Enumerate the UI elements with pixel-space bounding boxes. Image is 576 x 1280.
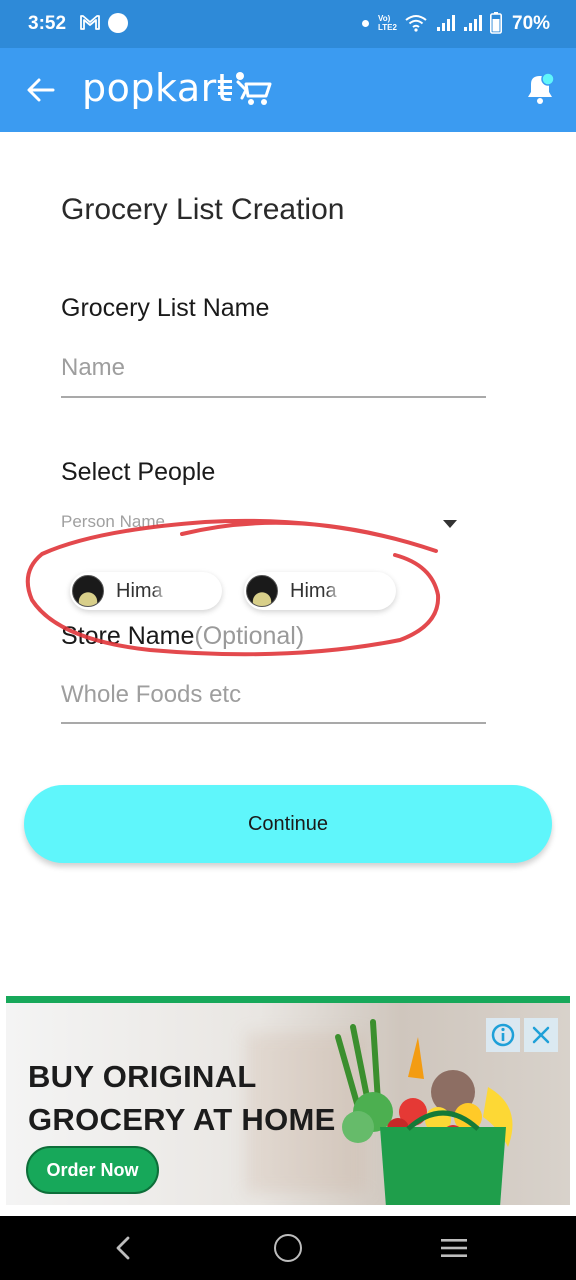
notification-dot-icon xyxy=(362,20,369,27)
ad-divider xyxy=(6,996,570,1003)
person-dropdown-placeholder: Person Name xyxy=(61,512,165,531)
list-name-input[interactable] xyxy=(61,340,486,398)
avatar xyxy=(72,575,104,607)
dropdown-arrow-icon[interactable] xyxy=(443,520,457,528)
person-chip[interactable]: Hima xyxy=(244,572,396,610)
ad-banner[interactable]: BUY ORIGINAL GROCERY AT HOME Order Now xyxy=(6,1003,570,1205)
ad-headline: BUY ORIGINAL GROCERY AT HOME xyxy=(28,1059,336,1137)
store-name-label: Store Name(Optional) xyxy=(61,622,305,650)
back-arrow-icon[interactable] xyxy=(26,76,56,104)
avatar xyxy=(246,575,278,607)
continue-button[interactable]: Continue xyxy=(24,785,552,863)
system-navigation-bar xyxy=(0,1216,576,1280)
page-title: Grocery List Creation xyxy=(61,193,345,226)
gmail-icon xyxy=(80,15,100,30)
notification-bell-icon[interactable] xyxy=(522,70,558,106)
cart-logo-icon xyxy=(218,72,272,105)
nav-back-icon[interactable] xyxy=(110,1234,136,1262)
list-name-label: Grocery List Name xyxy=(61,294,270,322)
call-icon xyxy=(108,13,128,33)
signal-icon xyxy=(437,15,455,31)
nav-recents-icon[interactable] xyxy=(440,1237,468,1259)
person-chip[interactable]: Hima xyxy=(70,572,222,610)
optional-hint: (Optional) xyxy=(194,622,305,650)
status-time: 3:52 xyxy=(28,13,67,34)
info-icon[interactable] xyxy=(486,1018,520,1052)
status-bar: 3:52 Vo) LTE2 70% xyxy=(0,0,576,48)
battery-icon xyxy=(490,12,502,34)
person-chip-name: Hima xyxy=(116,580,163,602)
person-dropdown[interactable]: Person Name xyxy=(61,510,471,540)
wifi-icon xyxy=(405,15,427,32)
nav-home-icon[interactable] xyxy=(274,1234,302,1262)
app-logo: popkart xyxy=(82,66,233,110)
order-now-button[interactable]: Order Now xyxy=(26,1146,159,1194)
battery-percentage: 70% xyxy=(512,13,551,34)
select-people-label: Select People xyxy=(61,458,216,486)
close-icon[interactable] xyxy=(524,1018,558,1052)
volte-indicator: Vo) LTE2 xyxy=(378,14,397,32)
person-chip-name: Hima xyxy=(290,580,337,602)
signal-icon xyxy=(464,15,482,31)
app-bar: popkart xyxy=(0,48,576,132)
store-name-input[interactable] xyxy=(61,668,486,724)
